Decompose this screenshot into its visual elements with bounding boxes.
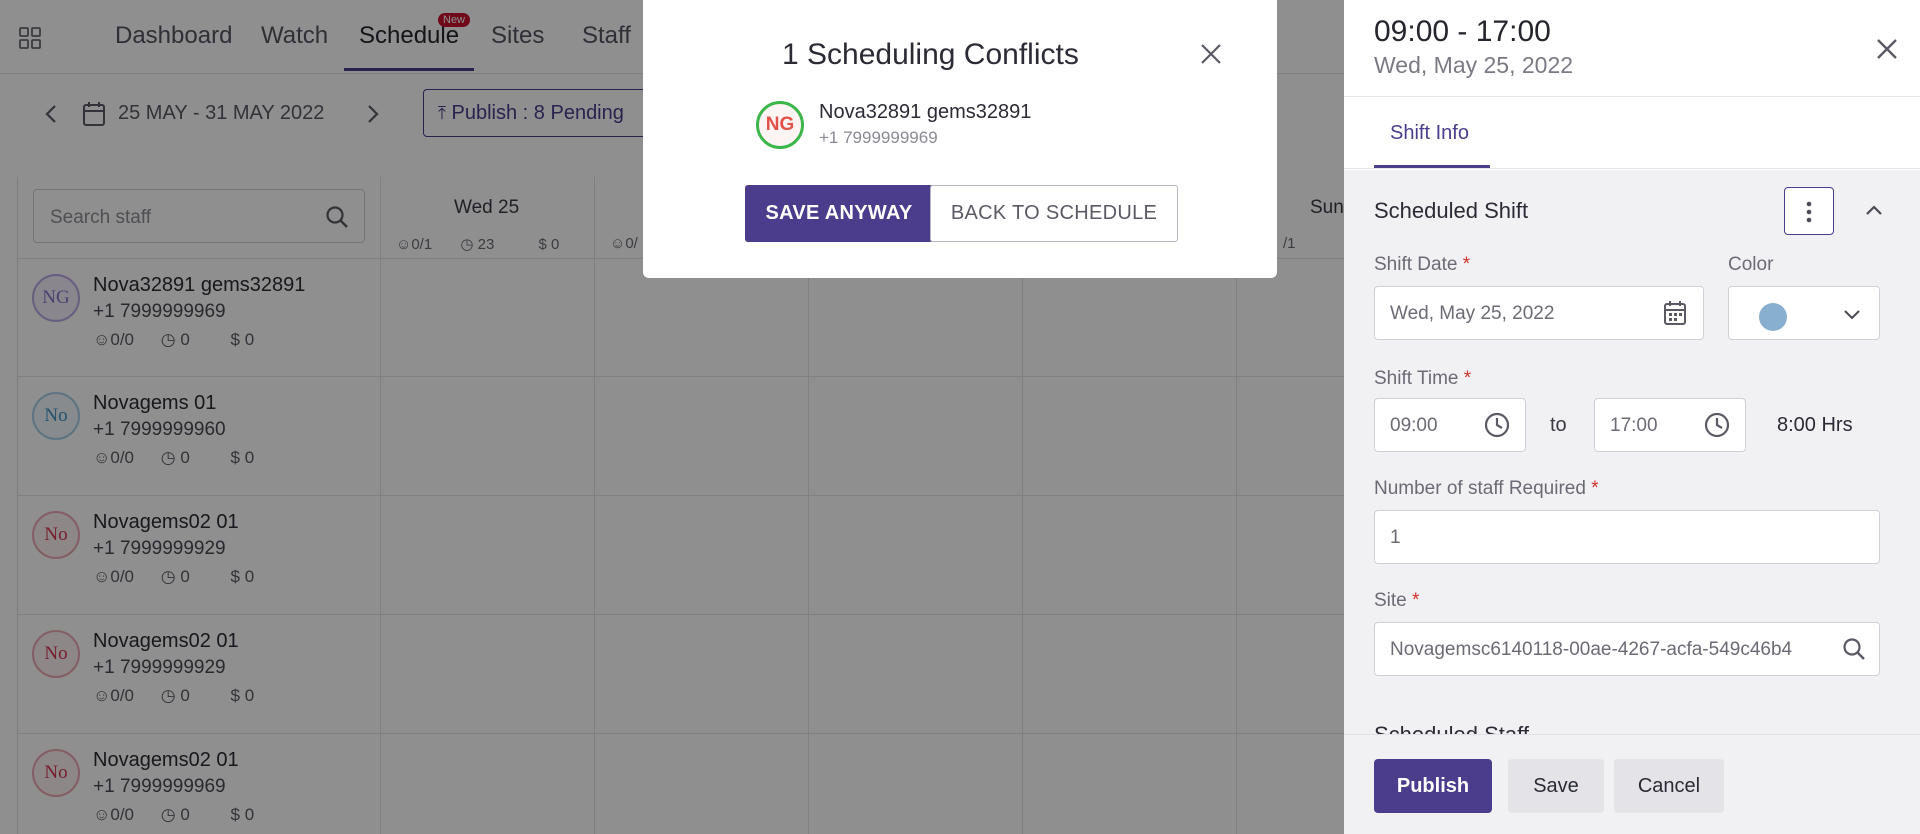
kebab-icon xyxy=(1806,201,1812,223)
required-mark: * xyxy=(1462,254,1471,275)
drawer-shift-date: Wed, May 25, 2022 xyxy=(1374,52,1574,78)
color-label: Color xyxy=(1728,254,1774,275)
end-time-field[interactable]: 17:00 xyxy=(1594,398,1746,452)
site-value: Novagemsc6140118-00ae-4267-acfa-549c46b4 xyxy=(1390,639,1793,660)
color-picker[interactable] xyxy=(1728,286,1880,340)
shift-date-value: Wed, May 25, 2022 xyxy=(1390,303,1555,324)
dialog-title: 1 Scheduling Conflicts xyxy=(782,38,1079,71)
shift-date-label: Shift Date * xyxy=(1374,254,1470,276)
back-to-schedule-button[interactable]: BACK TO SCHEDULE xyxy=(930,185,1178,242)
chevron-up-icon[interactable] xyxy=(1862,199,1886,223)
required-mark: * xyxy=(1591,478,1599,499)
conflict-staff-name: Nova32891 gems32891 xyxy=(819,101,1032,123)
color-swatch xyxy=(1759,303,1787,331)
required-mark: * xyxy=(1412,590,1420,611)
publish-button[interactable]: Publish xyxy=(1374,759,1492,813)
section-title: Scheduled Shift xyxy=(1374,198,1529,223)
drawer-shift-time: 09:00 - 17:00 xyxy=(1374,15,1551,48)
close-icon[interactable] xyxy=(1199,42,1223,66)
more-options-button[interactable] xyxy=(1784,187,1834,235)
shift-drawer: 09:00 - 17:00 Wed, May 25, 2022 Shift In… xyxy=(1344,0,1920,834)
start-time-field[interactable]: 09:00 xyxy=(1374,398,1526,452)
clock-icon[interactable] xyxy=(1703,411,1731,439)
staff-required-field[interactable]: 1 xyxy=(1374,510,1880,564)
shift-date-field[interactable]: Wed, May 25, 2022 xyxy=(1374,286,1704,340)
close-icon[interactable] xyxy=(1874,36,1900,62)
staff-required-value: 1 xyxy=(1390,527,1401,548)
save-button[interactable]: Save xyxy=(1508,759,1604,813)
shift-date-label-text: Shift Date xyxy=(1374,254,1458,275)
clock-icon[interactable] xyxy=(1483,411,1511,439)
scheduled-staff-title: Scheduled Staff xyxy=(1374,722,1529,734)
required-mark: * xyxy=(1463,368,1472,389)
chevron-down-icon[interactable] xyxy=(1841,303,1863,325)
drawer-footer: Publish Save Cancel xyxy=(1344,734,1920,834)
search-icon[interactable] xyxy=(1841,636,1867,662)
site-label-text: Site xyxy=(1374,590,1407,611)
start-time-value: 09:00 xyxy=(1390,415,1438,436)
tab-shift-info[interactable]: Shift Info xyxy=(1390,122,1469,145)
divider xyxy=(1344,168,1920,169)
shift-form: Scheduled Shift Shift Date * Color Wed, … xyxy=(1344,170,1920,734)
calendar-icon[interactable] xyxy=(1661,299,1689,327)
to-separator: to xyxy=(1550,414,1567,436)
cancel-button[interactable]: Cancel xyxy=(1614,759,1724,813)
shift-time-label: Shift Time * xyxy=(1374,368,1471,390)
avatar: NG xyxy=(756,101,804,149)
site-field[interactable]: Novagemsc6140118-00ae-4267-acfa-549c46b4 xyxy=(1374,622,1880,676)
staff-required-label: Number of staff Required * xyxy=(1374,478,1599,500)
end-time-value: 17:00 xyxy=(1610,415,1658,436)
divider xyxy=(1344,96,1920,97)
site-label: Site * xyxy=(1374,590,1419,612)
staff-required-label-text: Number of staff Required xyxy=(1374,478,1586,499)
scheduling-conflicts-dialog: 1 Scheduling Conflicts NG Nova32891 gems… xyxy=(643,0,1277,278)
shift-time-label-text: Shift Time xyxy=(1374,368,1459,389)
shift-duration: 8:00 Hrs xyxy=(1777,414,1853,436)
conflict-staff-phone: +1 7999999969 xyxy=(819,128,938,147)
save-anyway-button[interactable]: SAVE ANYWAY xyxy=(745,185,933,242)
